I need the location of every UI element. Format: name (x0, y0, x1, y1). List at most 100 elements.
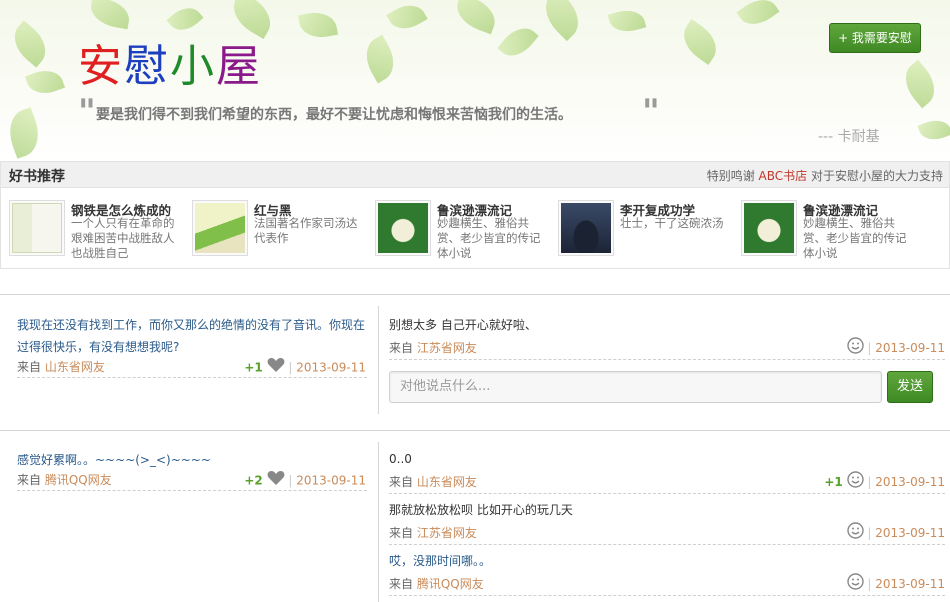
header-banner: 安慰小屋 + 我需要安慰 " 要是我们得不到我们希望的东西，最好不要让忧虑和悔恨… (0, 0, 950, 162)
reply-actions: | 2013-09-11 (780, 337, 945, 357)
leaf-decoration (675, 19, 725, 65)
section-divider (0, 430, 950, 431)
book-cover-image (561, 203, 611, 253)
reply-date: 2013-09-11 (875, 526, 945, 540)
poster-location[interactable]: 山东省网友 (45, 360, 105, 374)
meta-separator: | (867, 475, 872, 489)
from-label: 来自 (389, 577, 414, 591)
heart-icon[interactable] (267, 470, 285, 492)
book-cover-image (378, 203, 428, 253)
books-header: 好书推荐 特别鸣谢 ABC书店 对于安慰小屋的大力支持 (1, 162, 949, 188)
book-cover-image (744, 203, 794, 253)
replier-location[interactable]: 江苏省网友 (417, 341, 477, 355)
thanks-suffix: 对于安慰小屋的大力支持 (810, 169, 943, 183)
book-cover[interactable] (192, 200, 248, 256)
meta-separator: | (867, 577, 872, 591)
reply-meta: 来自 江苏省网友 (389, 338, 477, 358)
post-actions: +2 | 2013-09-11 (230, 470, 366, 490)
like-count: +2 (244, 473, 263, 488)
leaf-decoration (896, 59, 944, 109)
heart-icon[interactable] (267, 357, 285, 379)
dashed-divider (389, 595, 945, 596)
books-title: 好书推荐 (9, 169, 65, 185)
thanks-prefix: 特别鸣谢 (706, 169, 755, 183)
like-count: +1 (824, 475, 843, 489)
leaf-decoration (5, 20, 55, 68)
column-divider (378, 306, 379, 414)
smile-icon[interactable] (846, 337, 864, 360)
from-label: 来自 (389, 341, 414, 355)
leaf-decoration (24, 64, 66, 100)
close-quote-icon: " (642, 92, 660, 132)
book-cover-image (195, 203, 245, 253)
book-description: 壮士，干了这碗浓汤 (620, 216, 724, 230)
post-text: 我现在还没有找到工作，而你又那么的绝情的没有了音讯。你现在过得很快乐，有没有想想… (17, 318, 366, 354)
leaf-decoration (2, 107, 46, 159)
post-meta: 来自 山东省网友 (17, 357, 105, 377)
book-cover[interactable] (9, 200, 65, 256)
leaf-decoration (535, 0, 589, 42)
site-title: 安慰小屋 (78, 30, 262, 94)
send-button[interactable]: 发送 (887, 371, 933, 403)
open-quote-icon: " (78, 92, 96, 132)
leaf-decoration (736, 0, 780, 33)
reply-text: 哎，没那时间哪。。 (389, 554, 492, 568)
meta-separator: | (867, 526, 872, 540)
book-item[interactable]: 红与黑 法国著名作家司汤达代表作 (192, 200, 372, 260)
post-date: 2013-09-11 (296, 473, 366, 488)
leaf-decoration (497, 20, 539, 64)
leaf-decoration (88, 0, 132, 30)
post-meta: 来自 腾讯QQ网友 (17, 470, 112, 490)
smile-icon[interactable] (846, 522, 864, 545)
dashed-divider (389, 544, 945, 545)
sponsor-thanks: 特别鸣谢 ABC书店 对于安慰小屋的大力支持 (707, 167, 943, 184)
need-comfort-button[interactable]: + 我需要安慰 (829, 23, 921, 53)
dashed-divider (389, 493, 945, 494)
column-divider (378, 442, 379, 602)
smile-icon[interactable] (846, 573, 864, 596)
from-label: 来自 (389, 475, 414, 489)
book-item[interactable]: 李开复成功学 壮士，干了这碗浓汤 (558, 200, 738, 260)
book-item[interactable]: 鲁滨逊漂流记 妙趣横生、雅俗共赏、老少皆宜的传记体小说 (741, 200, 921, 260)
reply-meta: 来自 腾讯QQ网友 (389, 574, 484, 594)
quote-text: 要是我们得不到我们希望的东西，最好不要让忧虑和悔恨来苦恼我们的生活。 (96, 107, 572, 123)
book-item[interactable]: 鲁滨逊漂流记 妙趣横生、雅俗共赏、老少皆宜的传记体小说 (375, 200, 555, 260)
post-text: 感觉好累啊。。~~~~(>_<)~~~~ (17, 453, 211, 467)
dashed-divider (17, 490, 367, 491)
site-title-char: 慰 (124, 41, 170, 92)
book-cover-image (12, 203, 62, 253)
from-label: 来自 (17, 473, 42, 487)
from-label: 来自 (389, 526, 414, 540)
leaf-decoration (298, 9, 338, 41)
dashed-divider (17, 377, 367, 378)
leaf-decoration (917, 115, 950, 145)
sponsor-link[interactable]: ABC书店 (759, 169, 808, 183)
from-label: 来自 (17, 360, 42, 374)
reply-text: 别想太多 自己开心就好啦、 (389, 318, 537, 332)
smile-icon[interactable] (846, 471, 864, 494)
book-cover[interactable] (558, 200, 614, 256)
reply-actions: | 2013-09-11 (780, 573, 945, 593)
reply-input[interactable]: 对他说点什么... (389, 371, 882, 403)
leaf-decoration (607, 5, 647, 37)
reply-date: 2013-09-11 (875, 577, 945, 591)
site-title-char: 安 (78, 41, 124, 92)
section-divider (0, 294, 950, 295)
poster-location[interactable]: 腾讯QQ网友 (45, 473, 112, 487)
reply-text: 那就放松放松呗 比如开心的玩几天 (389, 503, 573, 517)
dashed-divider (389, 359, 945, 360)
reply-text: 0..0 (389, 452, 412, 466)
book-description: 法国著名作家司汤达代表作 (254, 216, 358, 245)
replier-location[interactable]: 山东省网友 (417, 475, 477, 489)
book-cover[interactable] (375, 200, 431, 256)
replier-location[interactable]: 腾讯QQ网友 (417, 577, 484, 591)
book-item[interactable]: 钢铁是怎么炼成的 一个人只有在革命的艰难困苦中战胜敌人也战胜自己 (9, 200, 189, 260)
reply-meta: 来自 山东省网友 (389, 472, 477, 492)
meta-separator: | (288, 360, 293, 375)
book-description: 妙趣横生、雅俗共赏、老少皆宜的传记体小说 (803, 216, 907, 260)
reply-actions: +1 | 2013-09-11 (760, 471, 945, 491)
reply-date: 2013-09-11 (875, 341, 945, 355)
post-date: 2013-09-11 (296, 360, 366, 375)
replier-location[interactable]: 江苏省网友 (417, 526, 477, 540)
book-cover[interactable] (741, 200, 797, 256)
